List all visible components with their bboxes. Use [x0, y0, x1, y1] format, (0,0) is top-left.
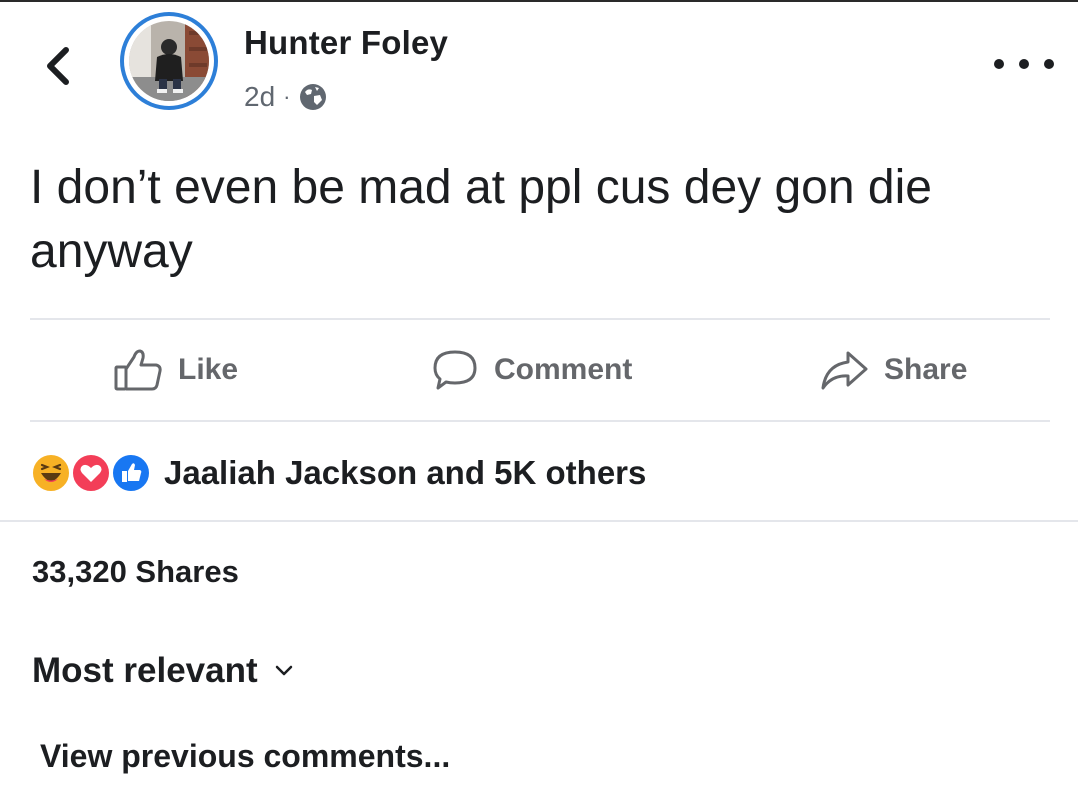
share-button[interactable]: Share — [818, 340, 967, 400]
divider-middle — [30, 420, 1050, 422]
comment-sort-dropdown[interactable]: Most relevant — [32, 648, 294, 694]
reactions-text: Jaaliah Jackson and 5K others — [164, 454, 647, 491]
comment-label: Comment — [494, 353, 633, 386]
comment-icon — [433, 350, 477, 390]
comment-button[interactable]: Comment — [430, 340, 632, 400]
like-icon — [110, 452, 152, 494]
share-arrow-icon — [821, 351, 868, 390]
like-button[interactable]: Like — [112, 340, 238, 400]
top-border — [0, 0, 1078, 2]
post-text: I don’t even be mad at ppl cus dey gon d… — [30, 161, 932, 278]
reaction-icons — [30, 450, 158, 496]
more-dot-icon — [1044, 59, 1054, 69]
chevron-left-icon — [47, 47, 69, 85]
love-icon — [70, 452, 112, 494]
post-meta: 2d · — [244, 80, 328, 114]
back-button[interactable] — [38, 44, 78, 88]
reactions-summary[interactable]: Jaaliah Jackson and 5K others — [30, 448, 646, 498]
share-label: Share — [884, 353, 968, 386]
divider-top — [30, 318, 1050, 320]
shares-count[interactable]: 33,320 Shares — [32, 554, 239, 590]
meta-separator: · — [283, 84, 291, 109]
more-options-button[interactable] — [994, 52, 1054, 76]
like-label: Like — [178, 353, 239, 386]
sort-label: Most relevant — [32, 651, 258, 690]
avatar-photo — [129, 21, 209, 101]
more-dot-icon — [994, 59, 1004, 69]
avatar[interactable] — [120, 12, 218, 110]
more-dot-icon — [1019, 59, 1029, 69]
haha-icon — [30, 452, 72, 494]
divider-bottom — [0, 520, 1078, 522]
chevron-down-icon — [275, 665, 292, 676]
view-previous-comments-link[interactable]: View previous comments... — [40, 738, 450, 775]
thumbs-up-icon — [114, 349, 162, 391]
post-age[interactable]: 2d — [244, 81, 275, 113]
globe-icon — [300, 84, 327, 110]
author-name[interactable]: Hunter Foley — [244, 24, 448, 62]
